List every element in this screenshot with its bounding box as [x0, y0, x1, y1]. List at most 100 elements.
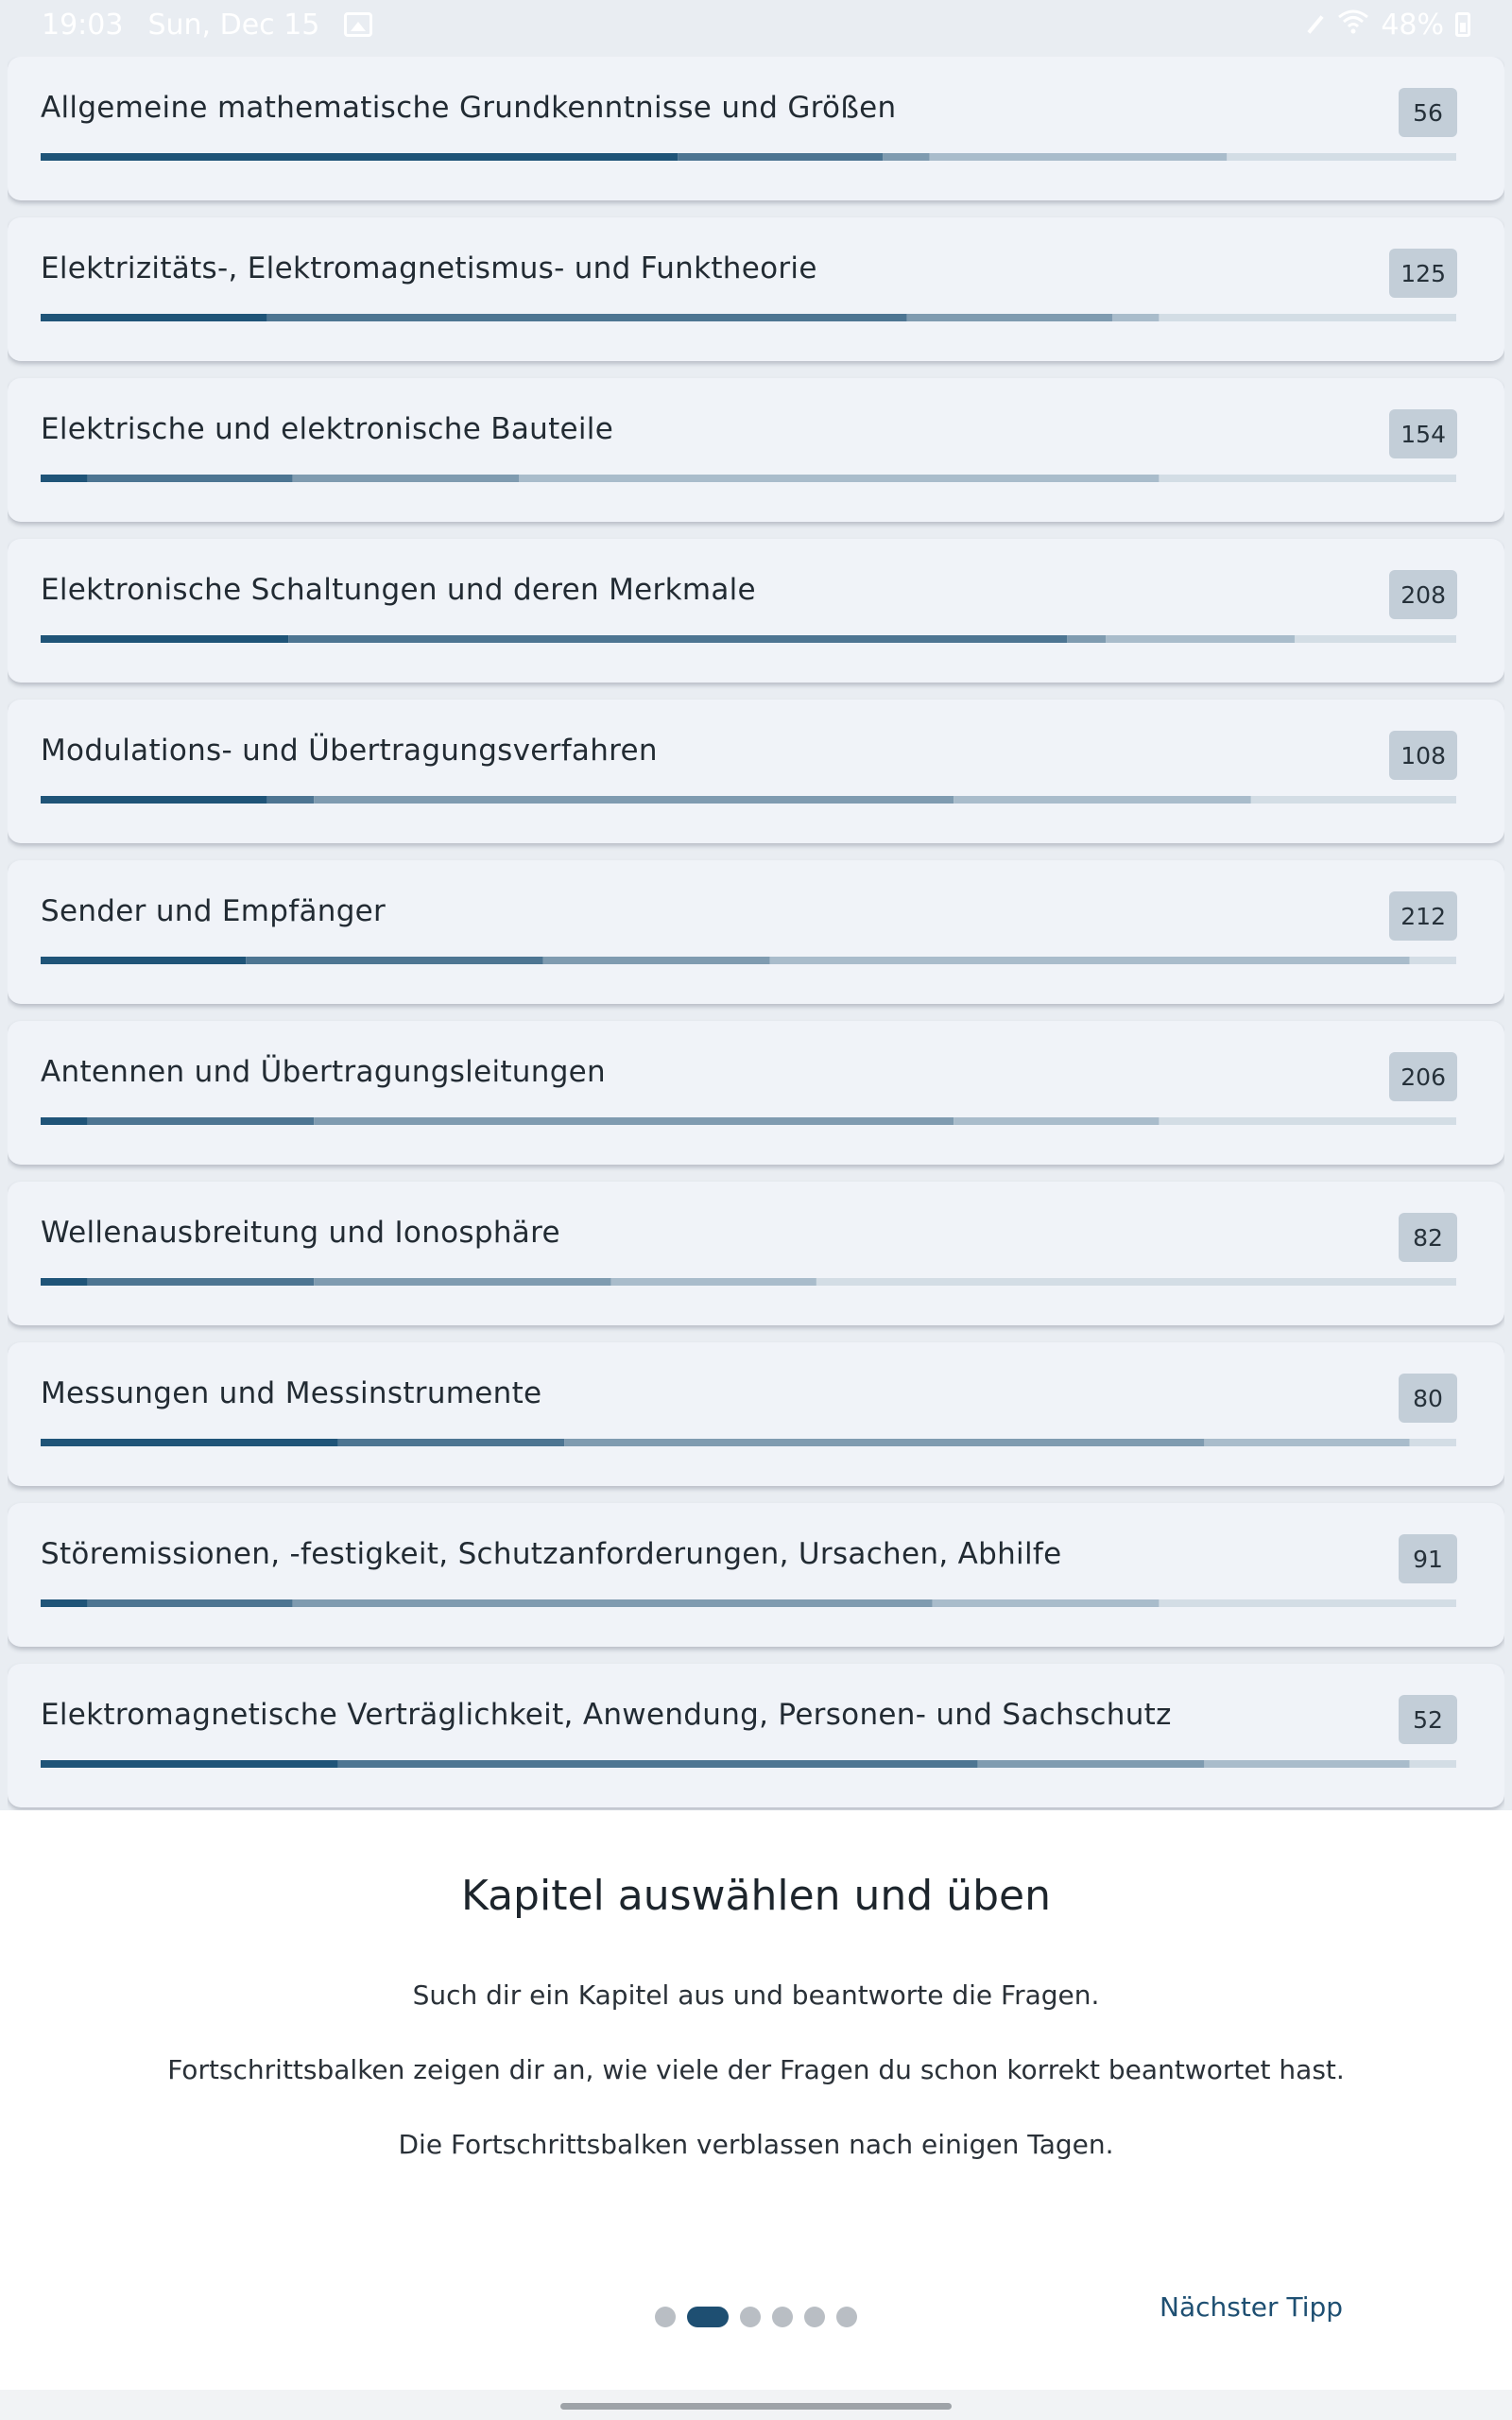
progress-bar	[41, 314, 1456, 321]
progress-bar	[41, 1439, 1456, 1446]
home-gesture-handle[interactable]	[560, 2403, 952, 2410]
wifi-icon	[1337, 8, 1369, 42]
progress-segment	[1227, 153, 1456, 161]
progress-segment	[1159, 1599, 1456, 1607]
progress-segment	[932, 1599, 1160, 1607]
chapter-card[interactable]: Elektrizitäts-, Elektromagnetismus- und …	[8, 217, 1504, 361]
chapter-card[interactable]: Modulations- und Übertragungsverfahren 10…	[8, 700, 1504, 843]
progress-segment	[292, 475, 520, 482]
status-time: 19:03	[42, 8, 124, 42]
progress-segment	[41, 796, 267, 804]
progress-segment	[41, 957, 247, 964]
chapter-list[interactable]: Allgemeine mathematische Grundkenntnisse…	[8, 57, 1504, 1810]
image-notification-icon	[344, 12, 373, 37]
progress-segment	[314, 1117, 954, 1125]
question-count-badge: 154	[1389, 409, 1457, 458]
progress-segment	[1204, 1760, 1410, 1768]
progress-segment	[41, 1117, 88, 1125]
tip-line-2: Fortschrittsbalken zeigen dir an, wie vi…	[167, 2054, 1345, 2085]
progress-segment	[288, 635, 1068, 643]
progress-bar	[41, 1278, 1456, 1286]
progress-segment	[977, 1760, 1205, 1768]
progress-segment	[1409, 1760, 1456, 1768]
question-count-badge: 91	[1399, 1534, 1457, 1583]
progress-segment	[314, 796, 954, 804]
question-count-badge: 82	[1399, 1213, 1457, 1262]
progress-segment	[954, 796, 1251, 804]
progress-segment	[41, 153, 679, 161]
progress-segment	[564, 1439, 1205, 1446]
chapter-card[interactable]: Sender und Empfänger 212	[8, 860, 1504, 1004]
progress-segment	[41, 1439, 338, 1446]
chapter-card[interactable]: Wellenausbreitung und Ionosphäre 82	[8, 1182, 1504, 1325]
progress-segment	[41, 635, 289, 643]
progress-bar	[41, 1760, 1456, 1768]
pager-dot-active	[687, 2307, 729, 2327]
question-count-badge: 52	[1399, 1695, 1457, 1744]
pager-dot	[740, 2307, 761, 2327]
progress-bar	[41, 635, 1456, 643]
status-date: Sun, Dec 15	[147, 8, 320, 42]
pager-dot	[772, 2307, 793, 2327]
chapter-title: Störemissionen, -festigkeit, Schutzanfor…	[41, 1537, 1062, 1571]
progress-segment	[1294, 635, 1456, 643]
progress-segment	[906, 314, 1112, 321]
progress-segment	[87, 1117, 315, 1125]
progress-bar	[41, 796, 1456, 804]
question-count-badge: 108	[1389, 731, 1457, 780]
chapter-title: Messungen und Messinstrumente	[41, 1376, 542, 1410]
progress-segment	[87, 1599, 293, 1607]
question-count-badge: 206	[1389, 1052, 1457, 1101]
progress-segment	[1250, 796, 1456, 804]
chapter-title: Antennen und Übertragungsleitungen	[41, 1055, 607, 1089]
progress-segment	[246, 957, 543, 964]
navigation-bar	[0, 2390, 1512, 2420]
progress-bar	[41, 153, 1456, 161]
tip-title: Kapitel auswählen und üben	[461, 1872, 1051, 1920]
progress-bar	[41, 1117, 1456, 1125]
tip-bottom-sheet: Kapitel auswählen und üben Such dir ein …	[0, 1810, 1512, 2390]
chapter-card[interactable]: Störemissionen, -festigkeit, Schutzanfor…	[8, 1503, 1504, 1647]
status-bar: 19:03 Sun, Dec 15 48%	[0, 0, 1512, 49]
chapter-title: Sender und Empfänger	[41, 894, 387, 928]
progress-segment	[1067, 635, 1107, 643]
progress-segment	[1409, 957, 1456, 964]
progress-segment	[883, 153, 930, 161]
chapter-title: Wellenausbreitung und Ionosphäre	[41, 1216, 560, 1250]
progress-segment	[1106, 635, 1295, 643]
progress-segment	[337, 1439, 565, 1446]
pager-dot	[804, 2307, 825, 2327]
question-count-badge: 212	[1389, 891, 1457, 941]
progress-segment	[87, 1278, 315, 1286]
progress-segment	[542, 957, 770, 964]
progress-segment	[337, 1760, 978, 1768]
next-tip-button[interactable]: Nächster Tipp	[1160, 2291, 1343, 2323]
battery-percentage: 48%	[1381, 8, 1444, 42]
chapter-card[interactable]: Elektronische Schaltungen und deren Merk…	[8, 539, 1504, 683]
question-count-badge: 125	[1389, 249, 1457, 298]
progress-segment	[678, 153, 884, 161]
progress-segment	[610, 1278, 816, 1286]
progress-segment	[1111, 314, 1160, 321]
tip-line-3: Die Fortschrittsbalken verblassen nach e…	[398, 2129, 1114, 2160]
progress-bar	[41, 1599, 1456, 1607]
pager-dot	[655, 2307, 676, 2327]
progress-bar	[41, 957, 1456, 964]
chapter-title: Elektronische Schaltungen und deren Merk…	[41, 573, 756, 607]
chapter-card[interactable]: Antennen und Übertragungsleitungen 206	[8, 1021, 1504, 1165]
progress-segment	[41, 314, 267, 321]
progress-segment	[769, 957, 1410, 964]
stylus-icon	[1307, 15, 1324, 34]
chapter-card[interactable]: Elektrische und elektronische Bauteile 15…	[8, 378, 1504, 522]
chapter-card[interactable]: Allgemeine mathematische Grundkenntnisse…	[8, 57, 1504, 200]
chapter-card[interactable]: Messungen und Messinstrumente 80	[8, 1342, 1504, 1486]
chapter-title: Elektromagnetische Verträglichkeit, Anwe…	[41, 1698, 1172, 1732]
progress-segment	[519, 475, 1160, 482]
progress-segment	[1159, 475, 1456, 482]
progress-segment	[41, 1278, 88, 1286]
progress-segment	[41, 1760, 338, 1768]
pager-dot	[836, 2307, 857, 2327]
battery-icon	[1455, 12, 1470, 37]
chapter-card[interactable]: Elektromagnetische Verträglichkeit, Anwe…	[8, 1664, 1504, 1807]
progress-segment	[266, 796, 315, 804]
